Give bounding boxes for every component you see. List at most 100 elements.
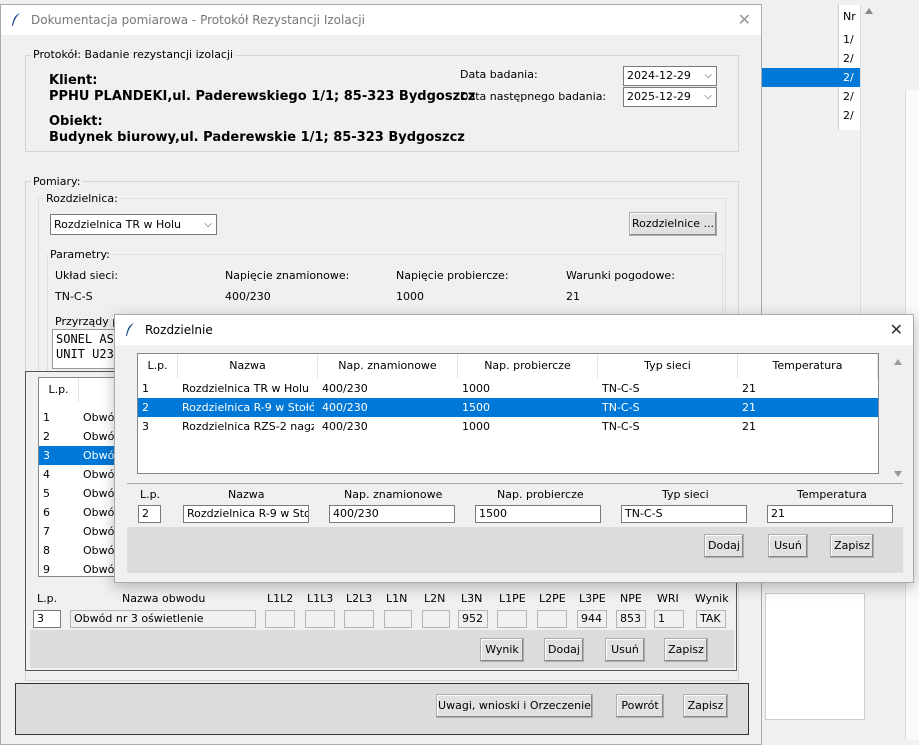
col-lp[interactable]: L.p. <box>138 354 178 378</box>
circuit-lp-field[interactable]: 3 <box>33 610 61 628</box>
l1l2-field[interactable] <box>265 610 295 628</box>
switchboard-group-label: Rozdzielnica: <box>44 192 120 205</box>
wri-field[interactable]: 1 <box>654 610 684 628</box>
client-label: Klient: <box>49 73 98 88</box>
measurements-group-label: Pomiary: <box>31 175 83 188</box>
form-header-l1l2: L1L2 <box>267 592 294 605</box>
switchboard-select[interactable]: Rozdzielnica TR w Holu ⌵ <box>50 214 217 235</box>
form-label-nominal: Nap. znamionowe <box>344 488 443 501</box>
circuits-col-lp[interactable]: L.p. <box>39 378 79 402</box>
chevron-down-icon: ⌵ <box>204 219 212 230</box>
chevron-down-icon: ⌵ <box>704 91 712 102</box>
form-label-lp: L.p. <box>140 488 161 501</box>
result-field[interactable]: TAK <box>696 610 726 628</box>
object-value: Budynek biurowy,ul. Paderewskie 1/1; 85-… <box>49 130 465 145</box>
feather-icon <box>126 323 134 336</box>
l1pe-field[interactable] <box>497 610 527 628</box>
dialog-form-top-border <box>127 483 903 484</box>
main-titlebar[interactable]: Dokumentacja pomiarowa - Protokół Rezyst… <box>1 5 761 35</box>
form-header-l3n: L3N <box>461 592 483 605</box>
protocol-group-label: Protokół: Badanie rezystancji izolacji <box>31 48 236 61</box>
dialog-test-field[interactable]: 1500 <box>475 505 601 523</box>
nominal-voltage-label: Napięcie znamionowe: <box>225 269 350 282</box>
date-field[interactable]: 2024-12-29 ⌵ <box>623 66 717 86</box>
col-test[interactable]: Nap. probiercze <box>458 354 598 378</box>
background-box <box>765 593 865 720</box>
l1l3-field[interactable] <box>305 610 335 628</box>
test-voltage-label: Napięcie probiercze: <box>396 269 509 282</box>
background-list-header: Nr <box>843 10 856 23</box>
dialog-nominal-field[interactable]: 400/230 <box>329 505 455 523</box>
test-voltage-value: 1000 <box>396 290 424 303</box>
l3pe-field[interactable]: 944 <box>577 610 607 628</box>
table-row[interactable]: 3 Rozdzielnica RZS-2 nagze 400/230 1000 … <box>138 417 878 436</box>
l3n-field[interactable]: 952 <box>458 610 488 628</box>
weather-label: Warunki pogodowe: <box>566 269 675 282</box>
scroll-up-icon[interactable] <box>894 359 902 365</box>
form-label-network: Typ sieci <box>662 488 709 501</box>
l2l3-field[interactable] <box>344 610 374 628</box>
col-temperature[interactable]: Temperatura <box>738 354 878 378</box>
form-label-name: Nazwa <box>228 488 265 501</box>
scroll-up-icon[interactable] <box>865 8 873 14</box>
table-row-selected[interactable]: 2 Rozdzielnica R-9 w Stołów 400/230 1500… <box>138 398 878 417</box>
background-row-5[interactable]: 2/ <box>838 106 860 125</box>
col-nominal[interactable]: Nap. znamionowe <box>318 354 458 378</box>
dialog-title: Rozdzielnie <box>145 323 213 337</box>
switchboard-select-value: Rozdzielnica TR w Holu <box>54 218 181 231</box>
col-network[interactable]: Typ sieci <box>598 354 738 378</box>
dialog-titlebar[interactable]: Rozdzielnie ✕ <box>115 315 913 345</box>
l2n-field[interactable] <box>422 610 450 628</box>
background-row-3-selected[interactable]: 2/ <box>760 68 860 87</box>
dialog-save-button[interactable]: Zapisz <box>830 534 874 558</box>
switchboards-dialog: Rozdzielnie ✕ L.p. Nazwa Nap. znamionowe… <box>114 314 914 583</box>
form-label-temperature: Temperatura <box>797 488 867 501</box>
table-row[interactable]: 1 Rozdzielnica TR w Holu 400/230 1000 TN… <box>138 379 878 398</box>
next-date-label: Data następnego badania: <box>460 90 607 103</box>
l1n-field[interactable] <box>384 610 412 628</box>
form-header-name: Nazwa obwodu <box>122 592 206 605</box>
npe-field[interactable]: 853 <box>616 610 646 628</box>
close-icon[interactable]: ✕ <box>738 10 751 29</box>
background-row-4[interactable]: 2/ <box>838 87 860 106</box>
switchboards-table[interactable]: L.p. Nazwa Nap. znamionowe Nap. probierc… <box>137 353 879 474</box>
chevron-down-icon: ⌵ <box>704 70 712 81</box>
dialog-scrollbar[interactable] <box>891 353 905 481</box>
close-icon[interactable]: ✕ <box>890 320 903 339</box>
remarks-button[interactable]: Uwagi, wnioski i Orzeczenie <box>436 694 593 718</box>
next-date-value: 2025-12-29 <box>627 90 691 103</box>
network-label: Układ sieci: <box>55 269 119 282</box>
add-circuit-button[interactable]: Dodaj <box>544 638 584 662</box>
background-row-2[interactable]: 2/ <box>838 49 860 68</box>
form-header-lp: L.p. <box>37 592 58 605</box>
col-name[interactable]: Nazwa <box>178 354 318 378</box>
switchboards-button[interactable]: Rozdzielnice ... <box>629 212 717 236</box>
background-scrollbar[interactable] <box>860 5 878 325</box>
l2pe-field[interactable] <box>537 610 567 628</box>
result-button[interactable]: Wynik <box>480 638 524 662</box>
date-value: 2024-12-29 <box>627 69 691 82</box>
nominal-voltage-value: 400/230 <box>225 290 271 303</box>
next-date-field[interactable]: 2025-12-29 ⌵ <box>623 87 717 107</box>
weather-value: 21 <box>566 290 580 303</box>
dialog-add-button[interactable]: Dodaj <box>704 534 744 558</box>
form-header-result: Wynik <box>695 592 729 605</box>
form-header-wri: WRI <box>657 592 679 605</box>
background-row-1[interactable]: 1/ <box>838 30 860 49</box>
back-button[interactable]: Powrót <box>616 694 664 718</box>
delete-circuit-button[interactable]: Usuń <box>605 638 645 662</box>
form-header-l1pe: L1PE <box>499 592 526 605</box>
main-window-title: Dokumentacja pomiarowa - Protokół Rezyst… <box>31 13 365 27</box>
protocol-group: Protokół: Badanie rezystancji izolacji K… <box>25 48 739 152</box>
dialog-name-field[interactable]: Rozdzielnica R-9 w Stoł <box>183 505 309 523</box>
dialog-lp-field[interactable]: 2 <box>138 505 161 523</box>
dialog-network-field[interactable]: TN-C-S <box>621 505 747 523</box>
dialog-temperature-field[interactable]: 21 <box>767 505 893 523</box>
dialog-delete-button[interactable]: Usuń <box>768 534 808 558</box>
scroll-down-icon[interactable] <box>894 471 902 477</box>
params-group-label: Parametry: <box>48 248 112 261</box>
circuit-name-field[interactable]: Obwód nr 3 oświetlenie <box>70 610 256 628</box>
save-button[interactable]: Zapisz <box>683 694 728 718</box>
form-header-l2l3: L2L3 <box>346 592 373 605</box>
save-circuit-button[interactable]: Zapisz <box>664 638 708 662</box>
